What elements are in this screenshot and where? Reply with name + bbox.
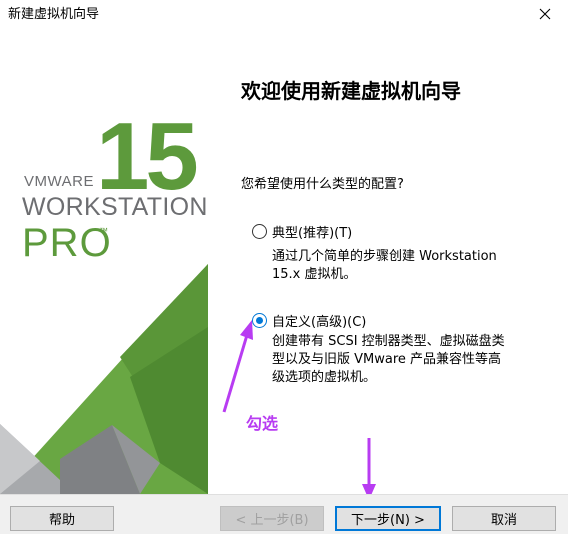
back-button[interactable]: < 上一步(B) xyxy=(220,506,324,531)
close-icon xyxy=(539,8,551,19)
close-button[interactable] xyxy=(522,0,568,27)
cancel-button[interactable]: 取消 xyxy=(452,506,556,531)
description-line: 通过几个简单的步骤创建 Workstation xyxy=(272,249,497,264)
logo-product: WORKSTATION xyxy=(22,193,208,221)
title-bar: 新建虚拟机向导 xyxy=(0,0,568,27)
custom-description: 创建带有 SCSI 控制器类型、虚拟磁盘类 型以及与旧版 VMware 产品兼容… xyxy=(272,333,562,387)
description-line: 创建带有 SCSI 控制器类型、虚拟磁盘类 xyxy=(272,334,505,349)
description-line: 型以及与旧版 VMware 产品兼容性等高 xyxy=(272,352,502,367)
logo-version-number: 15 xyxy=(96,103,199,210)
custom-label: 自定义(高级)(C) xyxy=(272,315,367,330)
description-line: 15.x 虚拟机。 xyxy=(272,267,357,282)
custom-radio[interactable] xyxy=(252,313,267,328)
logo-brand: VMWARE xyxy=(24,173,94,190)
typical-description: 通过几个简单的步骤创建 Workstation 15.x 虚拟机。 xyxy=(272,248,562,284)
annotation-label: 勾选 xyxy=(246,414,279,433)
button-bar: 帮助 < 上一步(B) 下一步(N) > 取消 xyxy=(0,494,568,534)
typical-radio[interactable] xyxy=(252,224,267,239)
logo-trademark: ™ xyxy=(99,226,108,236)
config-question: 您希望使用什么类型的配置? xyxy=(241,177,404,192)
window-title: 新建虚拟机向导 xyxy=(8,7,100,22)
side-banner: 15 VMWARE WORKSTATION PRO ™ xyxy=(0,27,208,494)
description-line: 级选项的虚拟机。 xyxy=(272,370,377,385)
help-button[interactable]: 帮助 xyxy=(10,506,114,531)
option-typical[interactable]: 典型(推荐)(T) xyxy=(252,222,352,241)
page-title: 欢迎使用新建虚拟机向导 xyxy=(241,79,461,103)
option-custom[interactable]: 自定义(高级)(C) xyxy=(252,311,366,330)
next-button[interactable]: 下一步(N) > xyxy=(335,506,441,531)
typical-label: 典型(推荐)(T) xyxy=(272,226,353,241)
